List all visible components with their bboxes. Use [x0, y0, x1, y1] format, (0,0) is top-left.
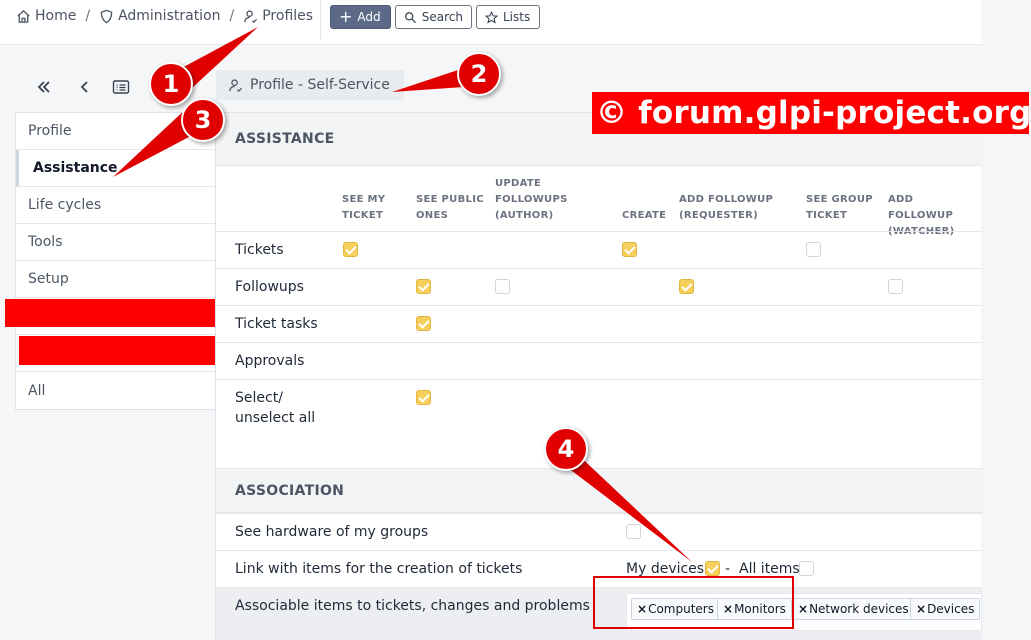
callout-3: 3: [181, 98, 225, 142]
highlight-box: [593, 576, 794, 629]
callout-4: 4: [544, 427, 588, 471]
callout-1: 1: [149, 62, 193, 106]
callout-2: 2: [457, 52, 501, 96]
